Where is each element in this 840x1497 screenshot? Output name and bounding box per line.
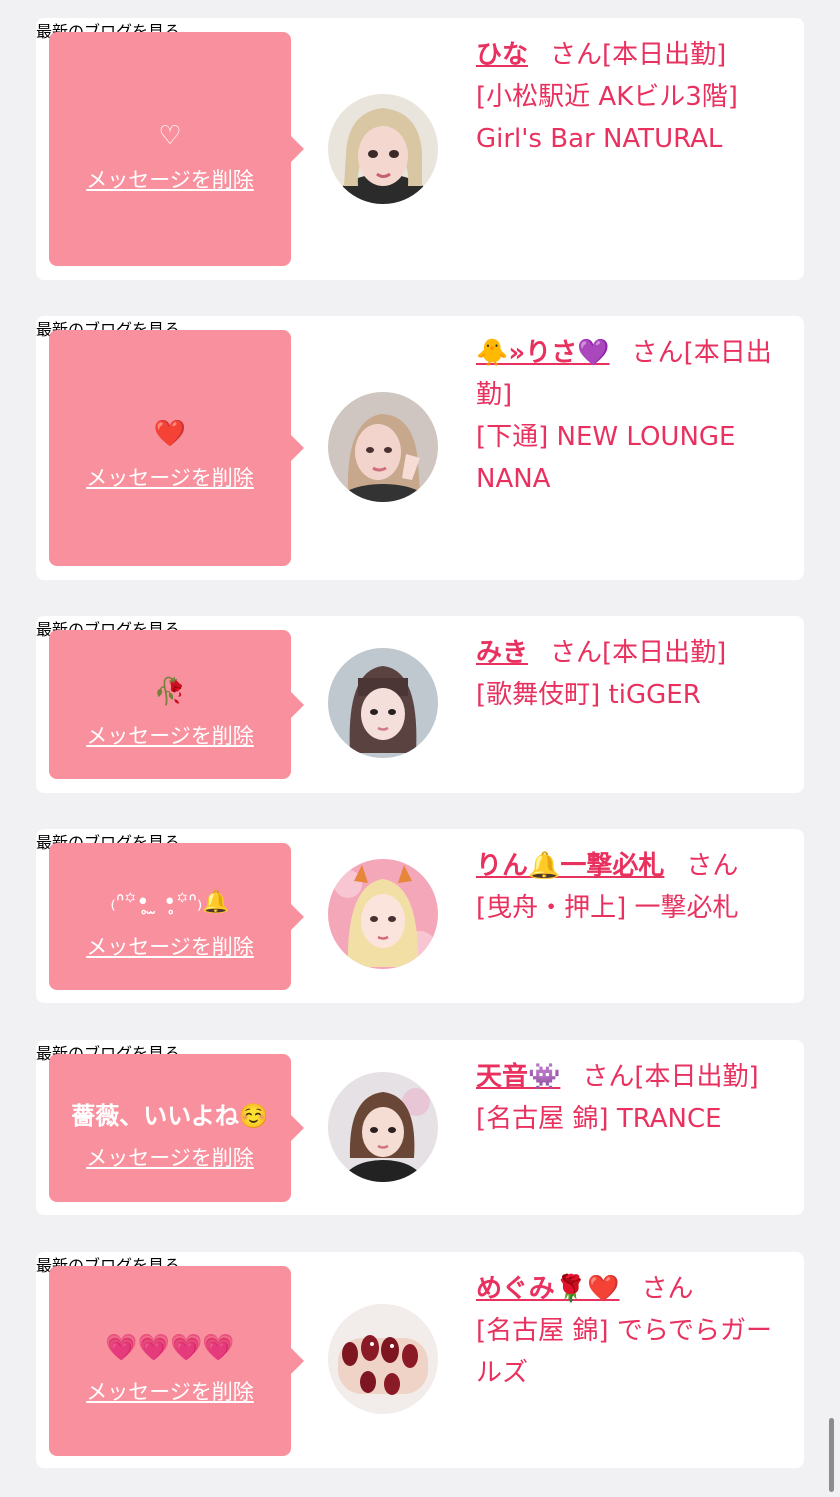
location-text: [名古屋 錦] でらでらガールズ <box>476 1316 773 1388</box>
favorite-card: ♡ メッセージを削除 ひな さん[本日出勤] [小松駅近 AKビル3階] Girl… <box>36 18 804 280</box>
girl-name-link[interactable]: みき <box>476 638 528 668</box>
message-text: ♡ <box>158 121 182 151</box>
girl-name-link[interactable]: ひな <box>476 40 528 70</box>
scrollbar[interactable] <box>829 1418 834 1492</box>
delete-message-link[interactable]: メッセージを削除 <box>49 1376 291 1406</box>
location-text: [名古屋 錦] TRANCE <box>476 1104 722 1134</box>
message-text: 💗💗💗💗 <box>105 1333 235 1363</box>
delete-message-link[interactable]: メッセージを削除 <box>49 1142 291 1172</box>
location-text: [小松駅近 AKビル3階] Girl's Bar NATURAL <box>476 82 738 154</box>
girl-name-link[interactable]: 🐥»りさ💜 <box>476 338 610 368</box>
delete-message-link[interactable]: メッセージを削除 <box>49 720 291 750</box>
honorific: さん <box>631 338 684 368</box>
avatar[interactable] <box>328 94 438 204</box>
avatar[interactable] <box>328 1072 438 1182</box>
status-text: [本日出勤] <box>602 638 727 668</box>
girl-name-link[interactable]: めぐみ🌹❤️ <box>476 1274 620 1304</box>
location-text: [下通] NEW LOUNGE NANA <box>476 422 736 494</box>
honorific: さん <box>686 851 739 881</box>
honorific: さん <box>550 40 603 70</box>
message-bubble: 💗💗💗💗 メッセージを削除 <box>49 1266 304 1456</box>
status-text: [本日出勤] <box>634 1062 759 1092</box>
delete-message-link[interactable]: メッセージを削除 <box>49 931 291 961</box>
girl-name-link[interactable]: 天音👾 <box>476 1062 560 1092</box>
favorite-card: ₍ᐢ꙳•̥ ̫ •̥꙳ᐢ₎🔔 メッセージを削除 りん🔔一撃必札 さん [曳舟・押上… <box>36 829 804 1003</box>
girl-info: めぐみ🌹❤️ さん [名古屋 錦] でらでらガールズ <box>476 1268 794 1394</box>
girl-info: ひな さん[本日出勤] [小松駅近 AKビル3階] Girl's Bar NATU… <box>476 34 794 160</box>
avatar[interactable] <box>328 1304 438 1414</box>
message-bubble: ❤️ メッセージを削除 <box>49 330 304 566</box>
avatar[interactable] <box>328 648 438 758</box>
message-bubble: ₍ᐢ꙳•̥ ̫ •̥꙳ᐢ₎🔔 メッセージを削除 <box>49 843 304 990</box>
avatar[interactable] <box>328 859 438 969</box>
message-text: 薔薇、いいよね☺️ <box>71 1102 269 1130</box>
delete-message-link[interactable]: メッセージを削除 <box>49 462 291 492</box>
message-text: 🥀 <box>153 677 187 707</box>
honorific: さん <box>641 1274 694 1304</box>
favorite-card: 薔薇、いいよね☺️ メッセージを削除 天音👾 さん[本日出勤] [名古屋 錦] T… <box>36 1040 804 1215</box>
status-text: [本日出勤] <box>602 40 727 70</box>
message-text: ❤️ <box>153 419 187 449</box>
favorite-card: 🥀 メッセージを削除 みきさん[本日出勤] [歌舞伎町] tiGGER 最新のブ… <box>36 616 804 793</box>
honorific: さん <box>582 1062 635 1092</box>
location-text: [曳舟・押上] 一撃必札 <box>476 893 739 923</box>
favorite-card: ❤️ メッセージを削除 🐥»りさ💜 さん[本日出勤] [下通] NEW LOUNG… <box>36 316 804 580</box>
girl-info: みき さん[本日出勤] [歌舞伎町] tiGGER <box>476 632 794 716</box>
delete-message-link[interactable]: メッセージを削除 <box>49 164 291 194</box>
message-bubble: 🥀 メッセージを削除 <box>49 630 304 779</box>
honorific: さん <box>550 638 603 668</box>
message-bubble: ♡ メッセージを削除 <box>49 32 304 266</box>
message-text: ₍ᐢ꙳•̥ ̫ •̥꙳ᐢ₎🔔 <box>110 890 230 915</box>
message-bubble: 薔薇、いいよね☺️ メッセージを削除 <box>49 1054 304 1202</box>
favorite-card: 💗💗💗💗 メッセージを削除 めぐみ🌹❤️ さん [名古屋 錦] でらでらガールズ … <box>36 1252 804 1468</box>
girl-info: りん🔔一撃必札 さん [曳舟・押上] 一撃必札 <box>476 845 794 929</box>
girl-info: 🐥»りさ💜 さん[本日出勤] [下通] NEW LOUNGE NANA <box>476 332 794 500</box>
avatar[interactable] <box>328 392 438 502</box>
girl-info: 天音👾 さん[本日出勤] [名古屋 錦] TRANCE <box>476 1056 794 1140</box>
girl-name-link[interactable]: りん🔔一撃必札 <box>476 851 664 881</box>
location-text: [歌舞伎町] tiGGER <box>476 680 701 710</box>
